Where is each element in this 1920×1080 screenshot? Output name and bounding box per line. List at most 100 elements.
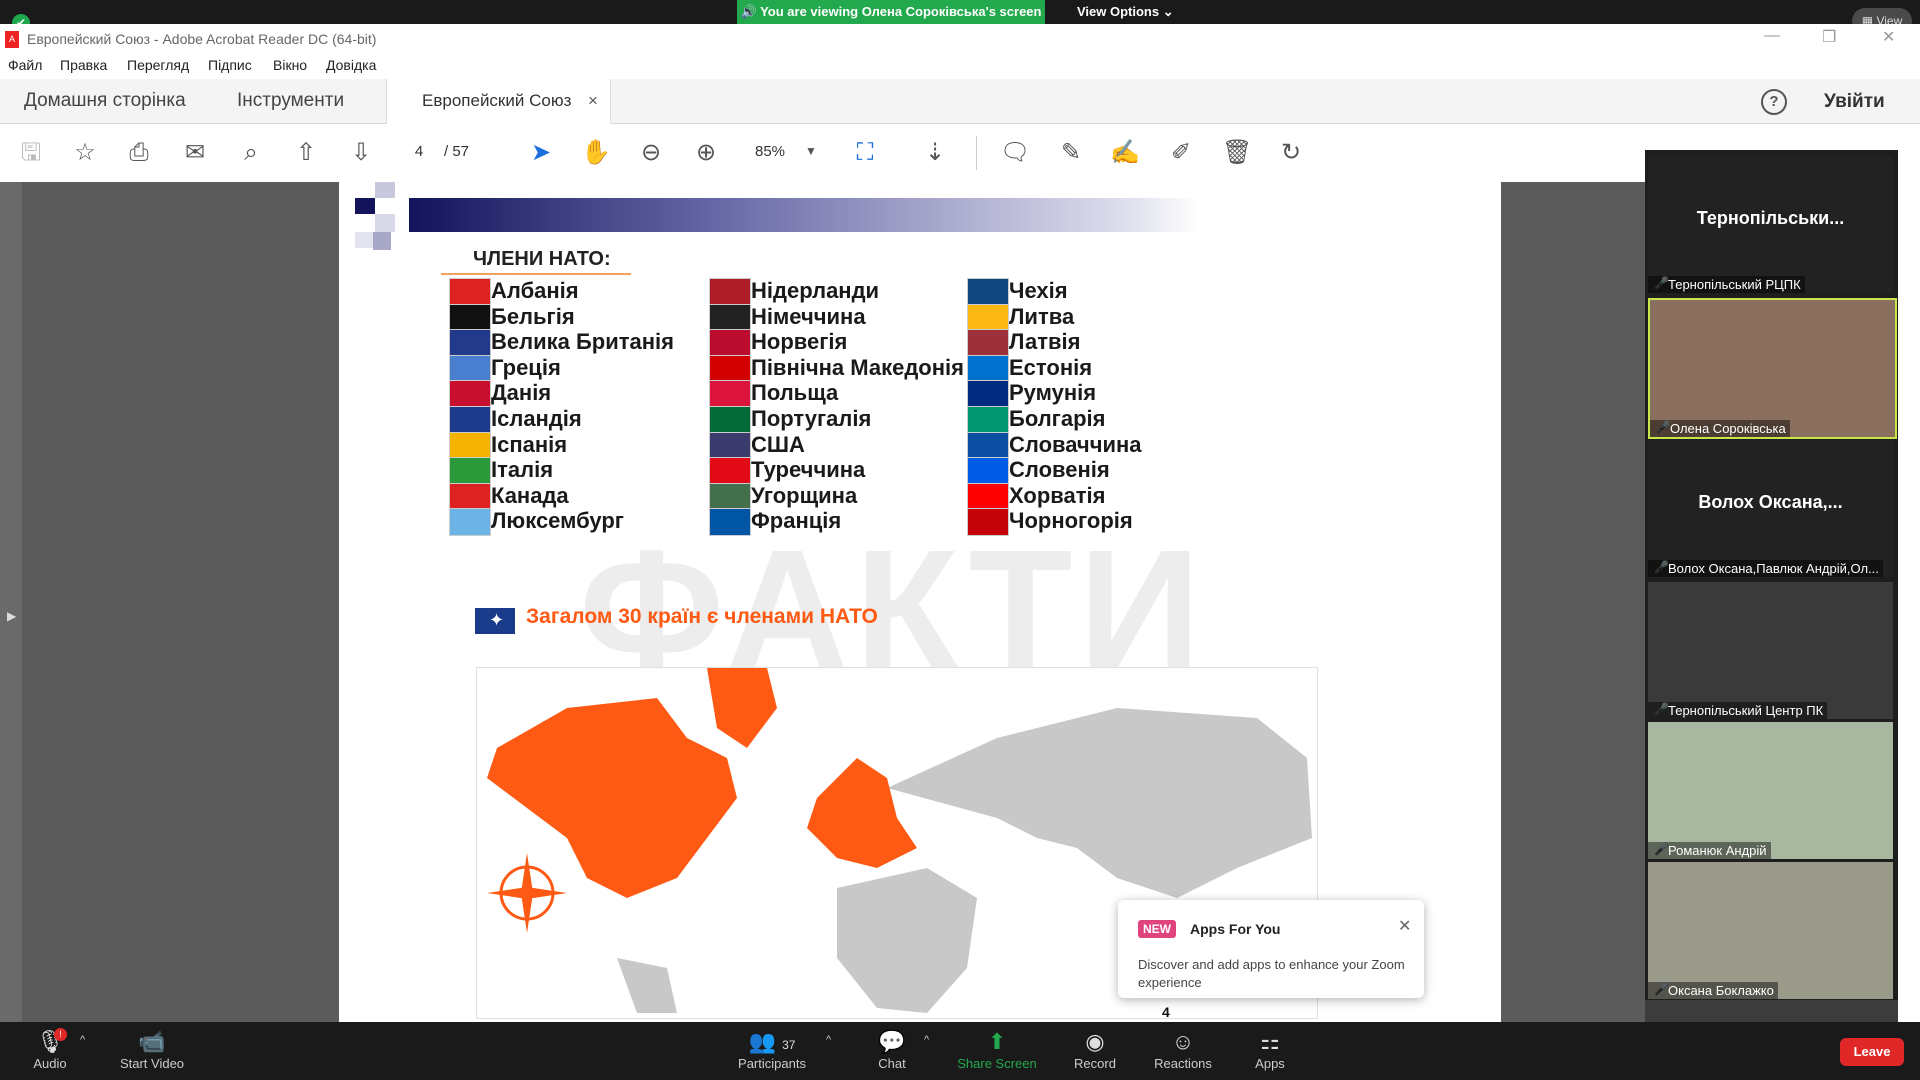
reactions-label: Reactions bbox=[1154, 1056, 1212, 1071]
country-flag-icon bbox=[449, 329, 491, 358]
country-flag-icon bbox=[967, 303, 1009, 332]
country-flag-icon bbox=[709, 380, 751, 409]
bookmark-star-icon[interactable]: ☆ bbox=[70, 138, 100, 168]
chat-label: Chat bbox=[878, 1056, 906, 1071]
participant-name-label: Тернопільський Центр ПК bbox=[1648, 702, 1828, 719]
nato-total-text: Загалом 30 країн є членами НАТО bbox=[526, 605, 878, 628]
participant-name-label: Романюк Андрій bbox=[1648, 842, 1771, 859]
comment-icon[interactable]: 🗨 bbox=[1000, 138, 1030, 168]
help-icon[interactable]: ? bbox=[1761, 89, 1787, 115]
participant-video-tile[interactable]: Волох Оксана,... 🎤 Волох Оксана,Павлюк Анд… bbox=[1648, 440, 1893, 577]
decor-square bbox=[373, 232, 391, 250]
rotate-icon[interactable]: ↻ bbox=[1276, 138, 1306, 168]
zoom-level-select[interactable]: 85% bbox=[755, 143, 785, 160]
navigation-pane-rail bbox=[0, 182, 22, 1022]
menu-file[interactable]: Файл bbox=[8, 57, 42, 73]
map-europe bbox=[807, 758, 917, 868]
participant-video-tile[interactable]: Тернопільськи... 🎤 Тернопільський РЦПК bbox=[1648, 156, 1893, 293]
page-marker: 4 bbox=[1162, 1004, 1170, 1020]
fill-sign-icon[interactable]: ✐ bbox=[1166, 138, 1196, 168]
participants-chevron-icon[interactable]: ^ bbox=[826, 1034, 831, 1046]
share-screen-label: Share Screen bbox=[957, 1056, 1037, 1071]
share-screen-icon: ⬆ bbox=[987, 1029, 1007, 1054]
chat-button[interactable]: 💬 Chat bbox=[872, 1028, 912, 1071]
save-icon[interactable]: 🖫 bbox=[16, 138, 46, 168]
nato-heading: ЧЛЕНИ НАТО: bbox=[473, 248, 611, 270]
tab-home[interactable]: Домашня сторінка bbox=[24, 90, 186, 112]
start-video-button[interactable]: 📹 Start Video bbox=[114, 1028, 190, 1071]
close-icon[interactable]: ✕ bbox=[1398, 916, 1411, 936]
audio-options-chevron-icon[interactable]: ^ bbox=[80, 1034, 85, 1046]
participant-video-tile[interactable]: 🎤 Романюк Андрій bbox=[1648, 722, 1893, 859]
close-window-icon[interactable]: ✕ bbox=[1882, 27, 1895, 47]
zoom-in-icon[interactable]: ⊕ bbox=[691, 138, 721, 168]
apps-button[interactable]: ⚏ Apps bbox=[1250, 1028, 1290, 1071]
country-flag-icon bbox=[449, 508, 491, 537]
print-icon[interactable]: ⎙ bbox=[124, 138, 154, 168]
restore-icon[interactable]: ❐ bbox=[1822, 27, 1836, 47]
participants-button[interactable]: 👥 37 Participants bbox=[732, 1028, 812, 1071]
view-options-button[interactable]: View Options ⌄ bbox=[1077, 0, 1174, 24]
menu-edit[interactable]: Правка bbox=[60, 57, 107, 73]
window-title: Европейский Союз - Adobe Acrobat Reader … bbox=[27, 31, 377, 47]
country-flag-icon bbox=[967, 431, 1009, 460]
new-badge: NEW bbox=[1138, 920, 1176, 938]
tab-document-label: Европейский Союз bbox=[422, 91, 572, 110]
start-video-label: Start Video bbox=[119, 1056, 185, 1071]
select-cursor-icon[interactable]: ➤ bbox=[526, 138, 556, 168]
decor-square bbox=[355, 232, 375, 248]
leave-button[interactable]: Leave bbox=[1840, 1038, 1904, 1066]
minimize-icon[interactable]: — bbox=[1764, 27, 1780, 45]
map-south-america bbox=[617, 958, 677, 1013]
country-flag-icon bbox=[449, 457, 491, 486]
search-icon[interactable]: ⌕ bbox=[236, 138, 266, 168]
apps-for-you-popup: NEW Apps For You Discover and add apps t… bbox=[1118, 900, 1424, 998]
chat-chevron-icon[interactable]: ^ bbox=[924, 1034, 929, 1046]
acrobat-right-tools-strip bbox=[1898, 182, 1920, 1022]
tab-tools[interactable]: Інструменти bbox=[237, 90, 344, 112]
apps-popup-description: Discover and add apps to enhance your Zo… bbox=[1138, 957, 1405, 990]
tab-close-icon[interactable]: × bbox=[588, 91, 598, 111]
fit-page-icon[interactable]: ⛶ bbox=[850, 138, 880, 168]
country-flag-icon bbox=[449, 431, 491, 460]
map-greenland bbox=[707, 668, 777, 748]
header-gradient-bar bbox=[409, 198, 1199, 232]
country-flag-icon bbox=[967, 508, 1009, 537]
participant-display-name: Тернопільськи... bbox=[1696, 208, 1845, 228]
screen-share-banner: 🔊 You are viewing Олена Сороківська's sc… bbox=[737, 0, 1045, 24]
hand-tool-icon[interactable]: ✋ bbox=[581, 138, 611, 168]
country-flag-icon bbox=[709, 431, 751, 460]
expand-panel-icon[interactable]: ▶ bbox=[7, 609, 16, 623]
previous-page-icon[interactable]: ⇧ bbox=[291, 138, 321, 168]
record-label: Record bbox=[1074, 1056, 1116, 1071]
menu-help[interactable]: Довідка bbox=[326, 57, 376, 73]
login-button[interactable]: Увійти bbox=[1824, 91, 1885, 113]
next-page-icon[interactable]: ⇩ bbox=[346, 138, 376, 168]
toolbar-separator bbox=[976, 136, 977, 170]
menu-view[interactable]: Перегляд bbox=[127, 57, 189, 73]
sign-icon[interactable]: ✍ bbox=[1110, 138, 1140, 168]
page-number-input[interactable]: 4 bbox=[404, 140, 434, 164]
zoom-out-icon[interactable]: ⊖ bbox=[636, 138, 666, 168]
country-flag-icon bbox=[967, 329, 1009, 358]
country-name: Люксембург bbox=[491, 508, 624, 534]
participant-video-tile[interactable]: 🎤 Олена Сороківська bbox=[1648, 298, 1897, 439]
zoom-dropdown-icon[interactable]: ▼ bbox=[805, 144, 817, 158]
scroll-mode-icon[interactable]: ⇣ bbox=[920, 138, 950, 168]
menu-sign[interactable]: Підпис bbox=[208, 57, 252, 73]
participant-name-label: Олена Сороківська bbox=[1650, 420, 1790, 437]
highlight-pen-icon[interactable]: ✎ bbox=[1056, 138, 1086, 168]
map-africa bbox=[837, 868, 977, 1013]
menu-window[interactable]: Вікно bbox=[273, 57, 307, 73]
toolbar bbox=[0, 124, 1920, 183]
share-screen-button[interactable]: ⬆ Share Screen bbox=[955, 1028, 1039, 1071]
email-icon[interactable]: ✉ bbox=[180, 138, 210, 168]
reactions-button[interactable]: ☺ Reactions bbox=[1150, 1028, 1216, 1071]
delete-icon[interactable]: 🗑 bbox=[1222, 138, 1252, 168]
participants-count: 37 bbox=[782, 1038, 796, 1052]
apps-label: Apps bbox=[1255, 1056, 1285, 1071]
country-flag-icon bbox=[709, 278, 751, 306]
record-button[interactable]: ◉ Record bbox=[1070, 1028, 1120, 1071]
participant-video-tile[interactable]: 🎤 Оксана Боклажко bbox=[1648, 862, 1893, 999]
participant-video-tile[interactable]: 🎤 Тернопільський Центр ПК bbox=[1648, 582, 1893, 719]
